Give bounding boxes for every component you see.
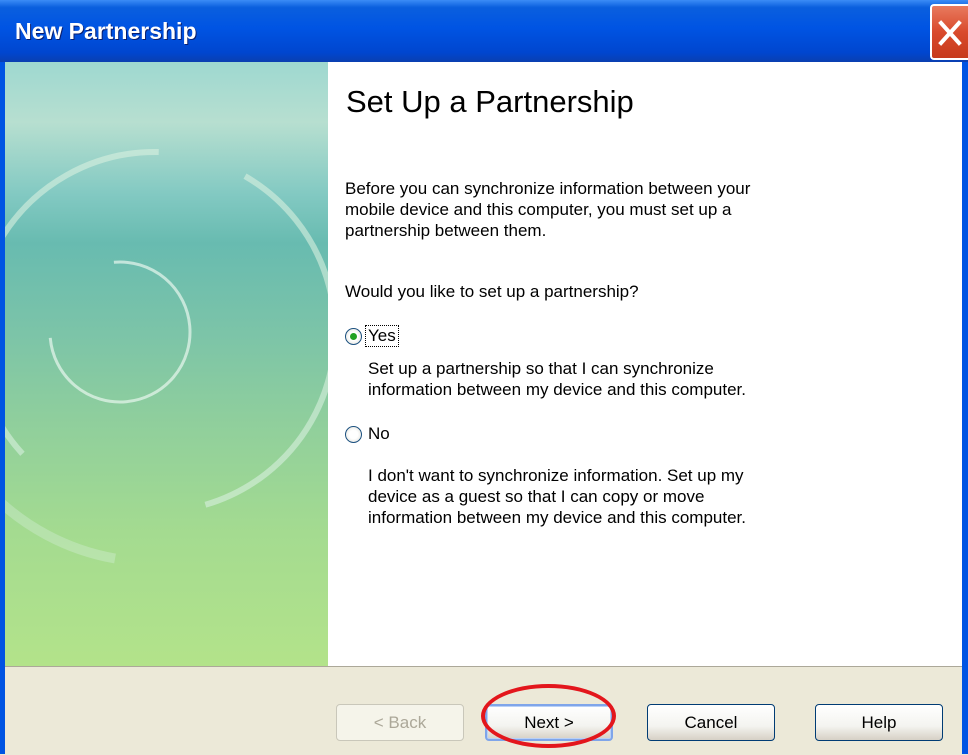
radio-label-yes[interactable]: Yes: [365, 325, 399, 347]
window-title: New Partnership: [15, 18, 197, 44]
question-text: Would you like to set up a partnership?: [345, 282, 639, 301]
radio-selected-dot: [350, 332, 357, 340]
radio-button-yes[interactable]: [345, 327, 362, 345]
window-frame-right: [962, 62, 968, 754]
radio-label-no[interactable]: No: [366, 424, 392, 444]
cancel-button[interactable]: Cancel: [647, 704, 775, 741]
back-button[interactable]: < Back: [336, 704, 464, 741]
no-description-line: information between my device and this c…: [368, 508, 746, 527]
wizard-side-graphic: [5, 62, 328, 666]
close-button[interactable]: [930, 4, 968, 60]
yes-description: Set up a partnership so that I can synch…: [368, 358, 908, 400]
intro-line: partnership between them.: [345, 221, 547, 240]
no-description-line: I don't want to synchronize information.…: [368, 466, 744, 485]
no-description-line: device as a guest so that I can copy or …: [368, 487, 705, 506]
page-title: Set Up a Partnership: [346, 84, 634, 119]
wizard-content: Set Up a Partnership Before you can sync…: [328, 62, 962, 666]
title-bar[interactable]: New Partnership: [0, 0, 968, 62]
intro-text: Before you can synchronize information b…: [345, 178, 885, 241]
no-description: I don't want to synchronize information.…: [368, 465, 908, 528]
yes-description-line: information between my device and this c…: [368, 380, 746, 399]
radio-option-no[interactable]: No: [345, 424, 392, 444]
intro-line: mobile device and this computer, you mus…: [345, 200, 732, 219]
radio-option-yes[interactable]: Yes: [345, 325, 399, 347]
intro-line: Before you can synchronize information b…: [345, 179, 751, 198]
radio-button-no[interactable]: [345, 425, 362, 443]
next-button[interactable]: Next >: [485, 704, 613, 741]
swirl-graphic: [5, 97, 328, 567]
yes-description-line: Set up a partnership so that I can synch…: [368, 359, 714, 378]
help-button[interactable]: Help: [815, 704, 943, 741]
close-icon: [938, 20, 962, 46]
